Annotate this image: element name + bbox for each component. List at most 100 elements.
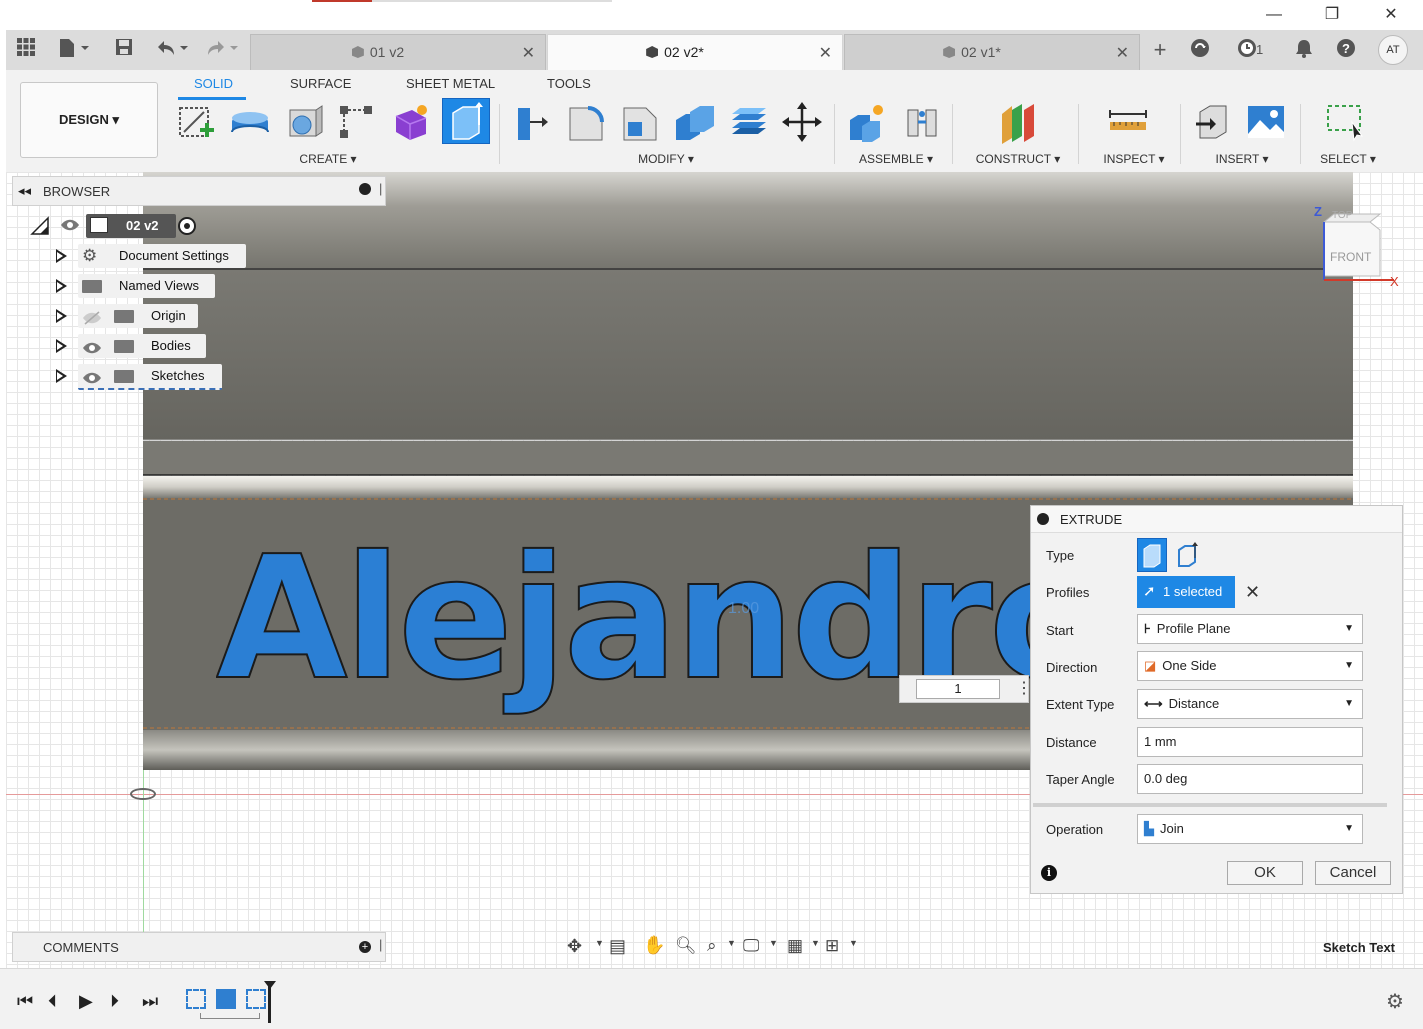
taper-angle-field[interactable]: 0.0 deg <box>1137 764 1363 794</box>
extrude-tool-icon[interactable] <box>228 100 272 144</box>
panel-resize-handle[interactable]: | <box>379 937 382 952</box>
joint-icon[interactable] <box>900 100 944 144</box>
orbit-icon[interactable]: ✥ <box>567 936 582 957</box>
form-tool-icon[interactable] <box>388 100 432 144</box>
eye-icon[interactable] <box>82 339 102 363</box>
zoom-menu-chevron-icon[interactable]: ▼ <box>727 938 736 948</box>
view-cube[interactable]: TOP FRONT Z X <box>1312 202 1399 289</box>
distance-input[interactable]: 1 <box>916 679 1000 699</box>
extrude-active-icon[interactable] <box>442 98 490 144</box>
create-menu[interactable]: CREATE ▾ <box>288 152 368 166</box>
origin-marker[interactable] <box>130 788 156 800</box>
move-icon[interactable] <box>780 100 824 144</box>
new-tab-icon[interactable]: + <box>1146 38 1174 62</box>
tab-02-v2[interactable]: 02 v2* ✕ <box>547 34 843 70</box>
operation-select[interactable]: ▙ Join ▼ <box>1137 814 1363 844</box>
timeline-marker-head-icon[interactable] <box>264 981 276 989</box>
go-to-end-icon[interactable]: ⏭ <box>142 991 158 1012</box>
inspect-menu[interactable]: INSPECT ▾ <box>1094 152 1174 166</box>
timeline-sketch-text-icon[interactable] <box>246 989 266 1009</box>
insert-image-icon[interactable] <box>1244 100 1288 144</box>
create-sketch-icon[interactable] <box>174 100 218 144</box>
workspace-switcher[interactable]: DESIGN ▾ <box>20 82 158 158</box>
info-icon[interactable]: i <box>1041 865 1057 881</box>
add-comment-icon[interactable]: + <box>359 941 371 953</box>
clear-selection-icon[interactable]: ✕ <box>1245 582 1260 603</box>
zoom-window-icon[interactable]: ⌕ <box>707 936 717 956</box>
type-thin-button[interactable] <box>1173 540 1203 570</box>
display-menu-chevron-icon[interactable]: ▼ <box>769 938 778 948</box>
collapse-dialog-icon[interactable] <box>1037 513 1049 525</box>
construct-menu[interactable]: CONSTRUCT ▾ <box>968 152 1068 166</box>
expand-named-views-icon[interactable] <box>56 279 67 293</box>
fillet-icon[interactable] <box>564 100 608 144</box>
tab-sheet-metal[interactable]: SHEET METAL <box>406 76 495 91</box>
root-expander[interactable] <box>30 216 50 239</box>
go-to-start-icon[interactable]: ⏮ <box>17 991 33 1012</box>
ok-button[interactable]: OK <box>1227 861 1303 885</box>
eye-icon[interactable] <box>60 218 80 235</box>
direction-select[interactable]: ◪ One Side ▼ <box>1137 651 1363 681</box>
expand-sketches-icon[interactable] <box>56 369 67 383</box>
file-menu-icon[interactable] <box>54 38 94 62</box>
assemble-menu[interactable]: ASSEMBLE ▾ <box>848 152 944 166</box>
viewports-menu-chevron-icon[interactable]: ▼ <box>849 938 858 948</box>
collapse-browser-icon[interactable]: ◂◂ <box>18 183 31 199</box>
notifications-icon[interactable] <box>1290 38 1318 62</box>
zoom-icon[interactable]: 🔍︎ <box>675 936 697 956</box>
expand-bodies-icon[interactable] <box>56 339 67 353</box>
distance-field[interactable]: 1 mm <box>1137 727 1363 757</box>
step-back-icon[interactable]: ⏴ <box>48 991 57 1012</box>
redo-icon[interactable] <box>202 38 242 62</box>
panel-resize-handle[interactable]: | <box>379 181 382 196</box>
close-tab-icon[interactable]: ✕ <box>819 43 832 63</box>
orbit-menu-chevron-icon[interactable]: ▼ <box>595 938 604 948</box>
insert-menu[interactable]: INSERT ▾ <box>1202 152 1282 166</box>
shell-icon[interactable] <box>726 100 770 144</box>
profiles-selection[interactable]: ➚ 1 selected <box>1137 576 1235 608</box>
help-icon[interactable]: ? <box>1332 38 1360 62</box>
undo-icon[interactable] <box>152 38 192 62</box>
extent-type-select[interactable]: ⟷ Distance ▼ <box>1137 689 1363 719</box>
close-tab-icon[interactable]: ✕ <box>1116 43 1129 63</box>
grid-settings-icon[interactable]: ▦ <box>787 936 803 956</box>
restore-button[interactable]: ❐ <box>1317 4 1347 26</box>
browser-item-document-settings[interactable]: ⚙ Document Settings <box>78 244 246 268</box>
dialog-header[interactable]: EXTRUDE <box>1031 506 1402 533</box>
timeline-extrude-icon[interactable] <box>216 989 236 1009</box>
select-icon[interactable] <box>1324 100 1368 144</box>
viewports-icon[interactable]: ⊞ <box>825 936 839 956</box>
extensions-icon[interactable] <box>1186 38 1214 62</box>
minimize-button[interactable]: — <box>1259 4 1289 26</box>
combine-icon[interactable] <box>672 100 716 144</box>
new-component-icon[interactable] <box>846 100 890 144</box>
timeline-marker[interactable] <box>268 983 271 1023</box>
cancel-button[interactable]: Cancel <box>1315 861 1391 885</box>
offset-plane-icon[interactable] <box>996 100 1040 144</box>
select-menu[interactable]: SELECT ▾ <box>1308 152 1388 166</box>
tab-surface[interactable]: SURFACE <box>290 76 351 91</box>
browser-item-sketches[interactable]: Sketches <box>78 364 222 390</box>
app-grid-icon[interactable] <box>12 38 40 62</box>
chamfer-icon[interactable] <box>618 100 662 144</box>
root-component[interactable]: 02 v2 <box>86 214 176 238</box>
grid-menu-chevron-icon[interactable]: ▼ <box>811 938 820 948</box>
play-icon[interactable]: ▶ <box>79 991 93 1012</box>
viewcube-front[interactable]: FRONT <box>1330 250 1371 264</box>
pattern-tool-icon[interactable] <box>334 100 378 144</box>
browser-item-origin[interactable]: Origin <box>78 304 198 328</box>
activate-radio-icon[interactable] <box>178 217 196 235</box>
step-forward-icon[interactable]: ⏵ <box>110 991 119 1012</box>
tab-tools[interactable]: TOOLS <box>547 76 591 91</box>
revolve-tool-icon[interactable] <box>282 100 326 144</box>
look-at-icon[interactable]: ▤ <box>609 936 626 957</box>
tab-01-v2[interactable]: 01 v2 ✕ <box>250 34 546 70</box>
expand-origin-icon[interactable] <box>56 309 67 323</box>
timeline-settings-gear-icon[interactable]: ⚙ <box>1386 989 1404 1014</box>
eye-icon[interactable] <box>82 369 102 393</box>
type-solid-button[interactable] <box>1137 538 1167 572</box>
timeline-sketch-icon[interactable] <box>186 989 206 1009</box>
job-status-icon[interactable]: 1 <box>1228 38 1268 62</box>
start-select[interactable]: ⊦ Profile Plane ▼ <box>1137 614 1363 644</box>
viewcube-top[interactable]: TOP <box>1332 210 1352 221</box>
